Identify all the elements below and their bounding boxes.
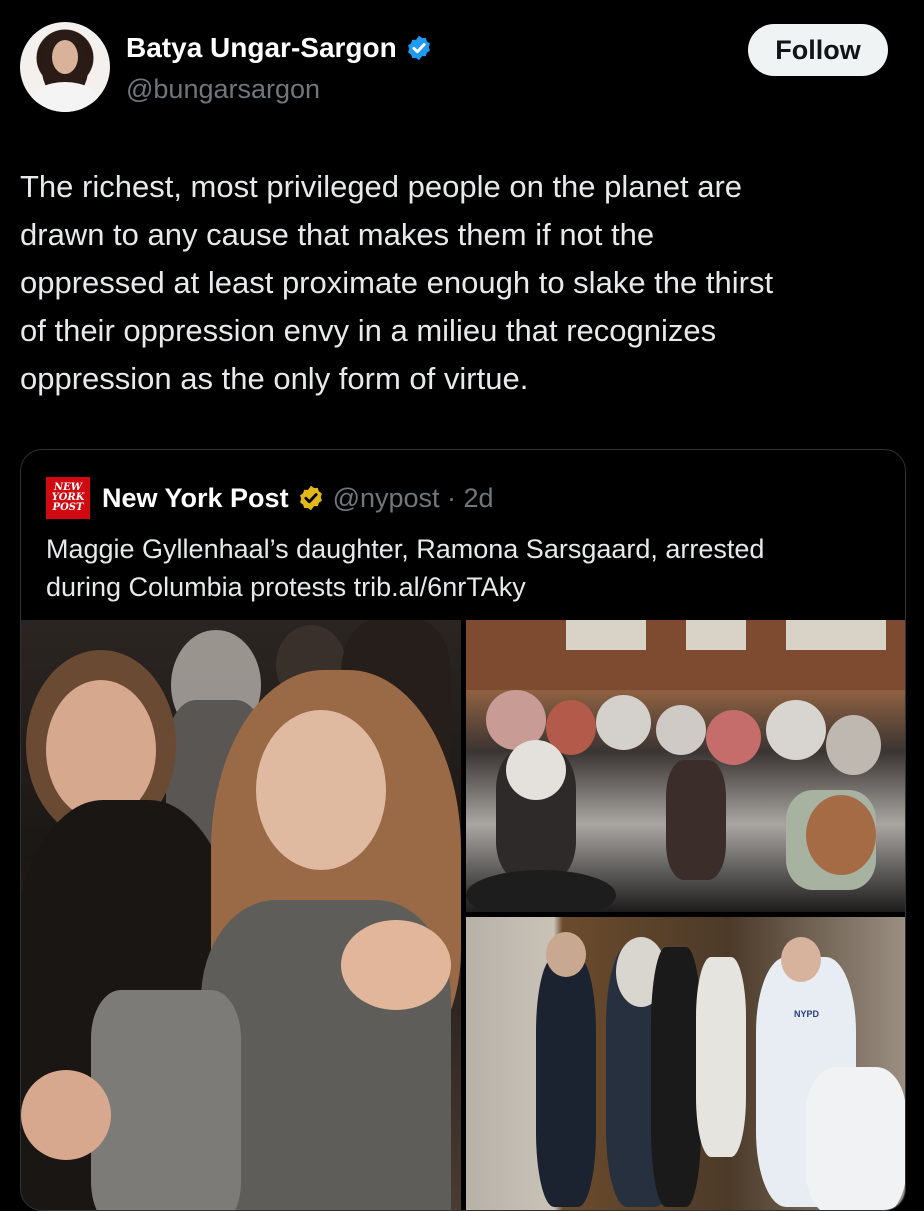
follow-button[interactable]: Follow — [748, 24, 888, 76]
quoted-text-line: Maggie Gyllenhaal’s daughter, Ramona Sar… — [46, 534, 765, 564]
quoted-text-line[interactable]: during Columbia protests trib.al/6nrTAky — [46, 568, 886, 606]
quoted-author-name[interactable]: New York Post — [102, 483, 289, 514]
tweet-line: drawn to any cause that makes them if no… — [20, 217, 655, 252]
nypd-badge-text: NYPD — [794, 1009, 820, 1019]
photo-library-protest[interactable] — [466, 620, 905, 912]
logo-line: POST — [52, 502, 84, 513]
verified-gold-badge-icon — [299, 485, 322, 511]
avatar-shirt — [30, 82, 100, 112]
tweet-header: Batya Ungar-Sargon @bungarsargon Follow — [20, 22, 904, 114]
photo-fashion-show[interactable] — [21, 620, 461, 1210]
quoted-tweet-text: Maggie Gyllenhaal’s daughter, Ramona Sar… — [46, 530, 886, 606]
author-avatar[interactable] — [20, 22, 110, 112]
media-grid: NYPD — [21, 620, 905, 1210]
author-handle[interactable]: @bungarsargon — [126, 74, 320, 105]
author-name[interactable]: Batya Ungar-Sargon — [126, 32, 397, 64]
verified-badge-icon — [407, 35, 430, 61]
author-name-row: Batya Ungar-Sargon — [126, 32, 433, 64]
nypost-logo[interactable]: NEW YORK POST — [46, 477, 90, 519]
quoted-tweet-header: NEW YORK POST New York Post @nypost · 2d — [46, 477, 494, 519]
tweet-line: oppressed at least proximate enough to s… — [20, 265, 774, 300]
tweet-body: The richest, most privileged people on t… — [20, 163, 890, 403]
avatar-face — [52, 40, 78, 74]
photo-police-arrest[interactable]: NYPD — [466, 917, 905, 1210]
tweet-line: oppression as the only form of virtue. — [20, 361, 529, 396]
tweet-line: of their oppression envy in a milieu tha… — [20, 313, 717, 348]
quoted-tweet[interactable]: NEW YORK POST New York Post @nypost · 2d… — [20, 449, 906, 1211]
quoted-handle-time[interactable]: @nypost · 2d — [333, 483, 494, 514]
tweet-line: The richest, most privileged people on t… — [20, 169, 743, 204]
